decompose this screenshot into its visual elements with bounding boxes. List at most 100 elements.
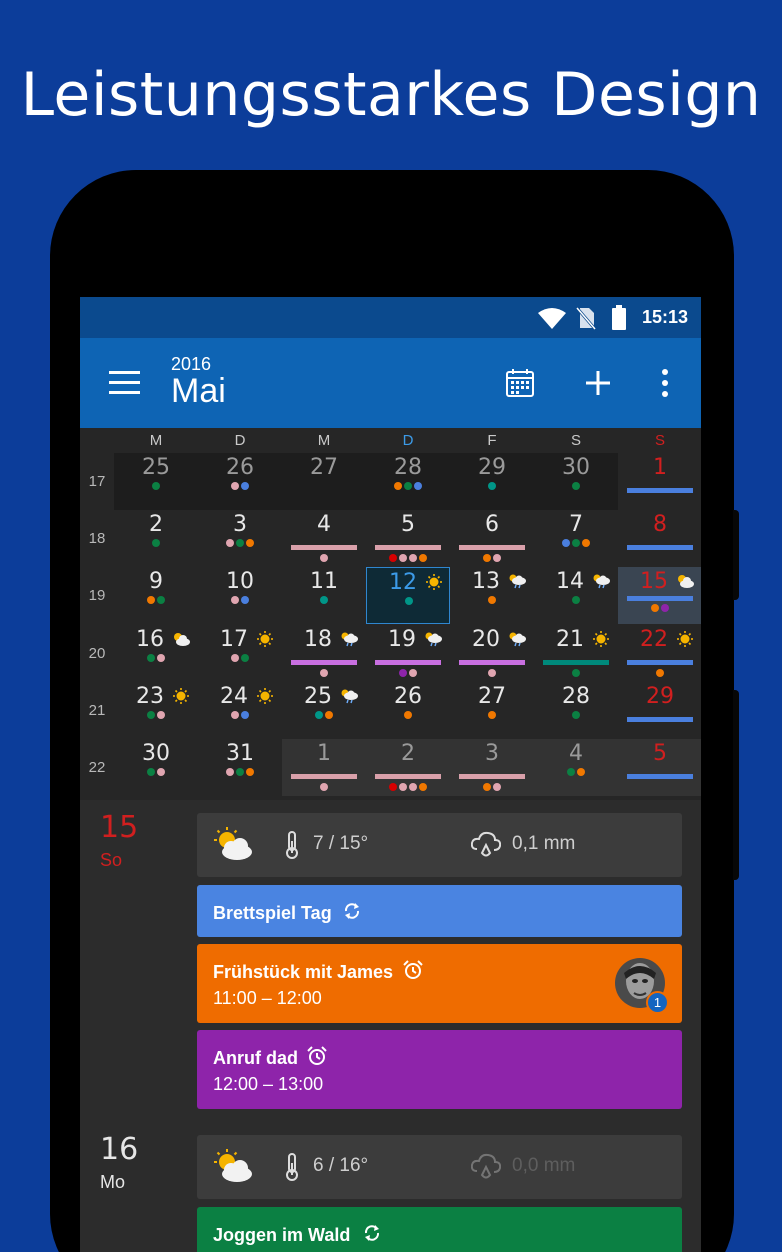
event-dot bbox=[231, 711, 239, 719]
calendar-day-cell[interactable]: 31 bbox=[198, 739, 282, 796]
weather-card[interactable]: 6 / 16° 0,0 mm bbox=[197, 1135, 682, 1199]
calendar-day-cell[interactable]: 1 bbox=[618, 453, 701, 510]
event-dots bbox=[198, 654, 282, 662]
calendar-day-cell[interactable]: 29 bbox=[450, 453, 534, 510]
sunny-icon bbox=[677, 631, 693, 647]
event-dot bbox=[419, 554, 427, 562]
event-dots bbox=[114, 768, 198, 776]
day-number: 27 bbox=[310, 455, 338, 480]
calendar-day-cell[interactable]: 24 bbox=[198, 682, 282, 739]
week-number: 22 bbox=[88, 759, 106, 776]
event-dot bbox=[562, 539, 570, 547]
event-card-brettspiel[interactable]: Brettspiel Tag bbox=[197, 885, 682, 937]
event-card-joggen[interactable]: Joggen im Wald bbox=[197, 1207, 682, 1252]
event-time: 12:00 – 13:00 bbox=[213, 1074, 324, 1094]
partly-cloudy-icon bbox=[174, 633, 190, 646]
calendar-day-cell[interactable]: 8 bbox=[618, 510, 701, 567]
calendar-day-cell[interactable]: 25 bbox=[282, 682, 366, 739]
event-dots bbox=[114, 711, 198, 719]
calendar-day-cell[interactable]: 30 bbox=[534, 453, 618, 510]
day-number: 7 bbox=[569, 512, 583, 537]
calendar-day-cell[interactable]: 4 bbox=[534, 739, 618, 796]
calendar-day-cell[interactable]: 10 bbox=[198, 567, 282, 624]
calendar-day-cell[interactable]: 23 bbox=[114, 682, 198, 739]
day-number: 29 bbox=[478, 455, 506, 480]
event-dot bbox=[419, 783, 427, 791]
event-dots bbox=[618, 604, 701, 612]
multi-day-event-bar bbox=[627, 488, 693, 493]
multi-day-event-bar bbox=[627, 596, 693, 601]
day-number: 4 bbox=[569, 741, 583, 766]
thermometer-icon bbox=[286, 1153, 298, 1181]
day-number: 1 bbox=[317, 741, 331, 766]
calendar-day-cell[interactable]: 29 bbox=[618, 682, 701, 739]
calendar-day-cell[interactable]: 13 bbox=[450, 567, 534, 624]
sunny-icon bbox=[593, 631, 609, 647]
calendar-day-cell[interactable]: 12 bbox=[366, 567, 450, 624]
event-dots bbox=[114, 539, 198, 547]
weekday-header: D bbox=[402, 432, 414, 449]
calendar-day-cell[interactable]: 9 bbox=[114, 567, 198, 624]
calendar-day-cell[interactable]: 17 bbox=[198, 625, 282, 682]
calendar-day-cell[interactable]: 20 bbox=[450, 625, 534, 682]
event-card-anruf[interactable]: Anruf dad 12:00 – 13:00 bbox=[197, 1030, 682, 1109]
event-time: 11:00 – 12:00 bbox=[213, 988, 322, 1008]
weekday-header: M bbox=[149, 432, 163, 449]
event-dots bbox=[534, 711, 618, 719]
calendar-day-cell[interactable]: 3 bbox=[450, 739, 534, 796]
multi-day-event-bar bbox=[459, 545, 525, 550]
month-title[interactable]: Mai bbox=[171, 372, 226, 411]
event-dots bbox=[450, 783, 534, 791]
event-dot bbox=[405, 597, 413, 605]
calendar-day-cell[interactable]: 15 bbox=[618, 567, 701, 624]
event-dots bbox=[534, 539, 618, 547]
calendar-day-cell[interactable]: 6 bbox=[450, 510, 534, 567]
event-dot bbox=[147, 768, 155, 776]
event-title: Frühstück mit James bbox=[213, 962, 394, 982]
calendar-day-cell[interactable]: 3 bbox=[198, 510, 282, 567]
more-options-icon[interactable] bbox=[660, 368, 670, 398]
event-card-fruehstueck[interactable]: Frühstück mit James 11:00 – 12:00 1 bbox=[197, 944, 682, 1023]
calendar-view-icon[interactable] bbox=[504, 367, 536, 399]
calendar-day-cell[interactable]: 7 bbox=[534, 510, 618, 567]
event-dot bbox=[493, 554, 501, 562]
calendar-day-cell[interactable]: 21 bbox=[534, 625, 618, 682]
day-number: 27 bbox=[478, 684, 506, 709]
calendar-day-cell[interactable]: 16 bbox=[114, 625, 198, 682]
event-title: Brettspiel Tag bbox=[213, 903, 332, 923]
calendar-day-cell[interactable]: 26 bbox=[198, 453, 282, 510]
calendar-day-cell[interactable]: 26 bbox=[366, 682, 450, 739]
event-dot bbox=[246, 539, 254, 547]
calendar-day-cell[interactable]: 25 bbox=[114, 453, 198, 510]
calendar-day-cell[interactable]: 22 bbox=[618, 625, 701, 682]
event-dots bbox=[282, 711, 366, 719]
menu-icon[interactable] bbox=[109, 371, 141, 395]
calendar-day-cell[interactable]: 5 bbox=[366, 510, 450, 567]
event-dot bbox=[389, 783, 397, 791]
add-icon[interactable] bbox=[585, 370, 611, 396]
calendar-day-cell[interactable]: 14 bbox=[534, 567, 618, 624]
weather-card[interactable]: 7 / 15° 0,1 mm bbox=[197, 813, 682, 877]
day-number: 1 bbox=[653, 455, 667, 480]
calendar-day-cell[interactable]: 2 bbox=[114, 510, 198, 567]
event-dot bbox=[320, 554, 328, 562]
calendar-day-cell[interactable]: 27 bbox=[450, 682, 534, 739]
calendar-day-cell[interactable]: 19 bbox=[366, 625, 450, 682]
event-dot bbox=[320, 669, 328, 677]
calendar-day-cell[interactable]: 5 bbox=[618, 739, 701, 796]
calendar-day-cell[interactable]: 28 bbox=[366, 453, 450, 510]
event-dots bbox=[114, 654, 198, 662]
event-dots bbox=[366, 482, 450, 490]
calendar-day-cell[interactable]: 30 bbox=[114, 739, 198, 796]
calendar-day-cell[interactable]: 4 bbox=[282, 510, 366, 567]
calendar-day-cell[interactable]: 11 bbox=[282, 567, 366, 624]
rain-icon bbox=[341, 632, 358, 647]
weekday-header: M bbox=[317, 432, 331, 449]
calendar-day-cell[interactable]: 1 bbox=[282, 739, 366, 796]
weekday-header: S bbox=[570, 432, 581, 449]
calendar-day-cell[interactable]: 2 bbox=[366, 739, 450, 796]
multi-day-event-bar bbox=[375, 774, 441, 779]
calendar-day-cell[interactable]: 27 bbox=[282, 453, 366, 510]
calendar-day-cell[interactable]: 18 bbox=[282, 625, 366, 682]
calendar-day-cell[interactable]: 28 bbox=[534, 682, 618, 739]
